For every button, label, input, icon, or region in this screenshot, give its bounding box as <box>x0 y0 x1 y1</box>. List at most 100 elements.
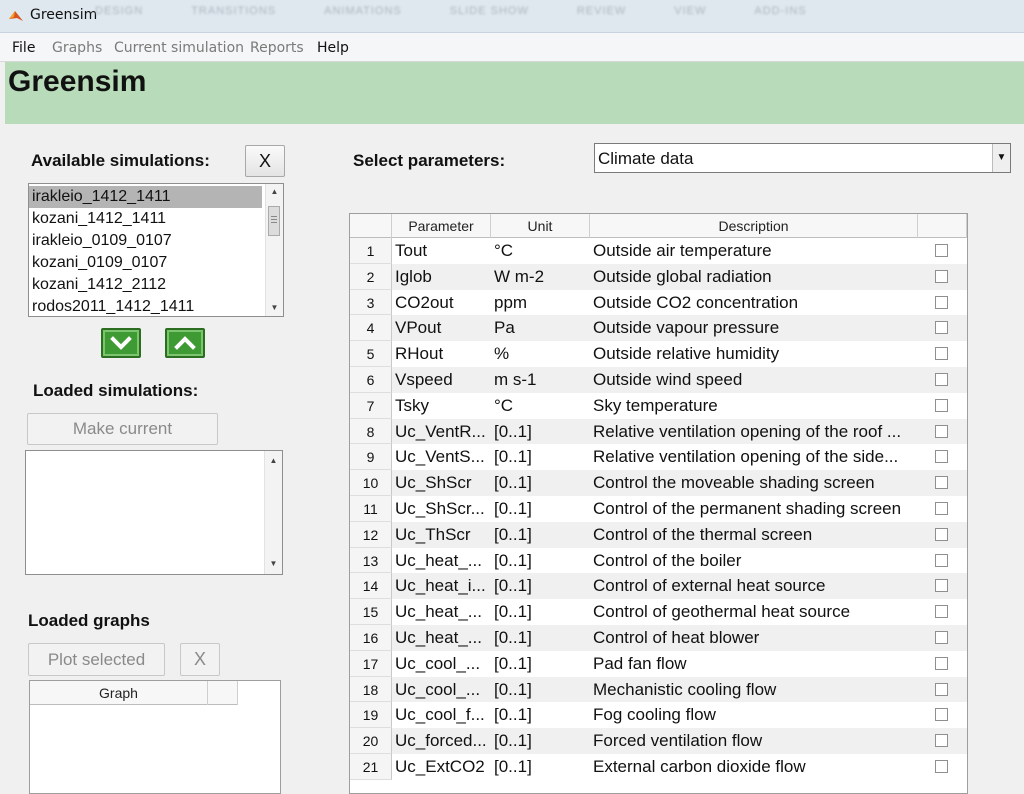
column-header-empty[interactable] <box>208 681 238 705</box>
parameters-table[interactable]: Parameter Unit Description 1 Tout °C Outsid… <box>349 213 968 794</box>
menu-reports[interactable]: Reports <box>250 40 304 56</box>
table-row[interactable]: 3 CO2out ppm Outside CO2 concentration <box>350 289 967 316</box>
table-row[interactable]: 18 Uc_cool_... [0..1] Mechanistic cooling f… <box>350 676 967 703</box>
remove-graph-button[interactable]: X <box>180 643 220 676</box>
table-row[interactable]: 20 Uc_forced... [0..1] Forced ventilation f… <box>350 728 967 754</box>
menu-current-simulation[interactable]: Current simulation <box>114 40 244 56</box>
scroll-down-arrow-icon[interactable]: ▼ <box>265 556 282 572</box>
menu-file[interactable]: File <box>12 40 35 56</box>
parameter-cell: Uc_cool_... <box>392 676 491 703</box>
table-row[interactable]: 6 Vspeed m s-1 Outside wind speed <box>350 367 967 393</box>
column-header-unit[interactable]: Unit <box>491 214 590 238</box>
table-row[interactable]: 21 Uc_ExtCO2 [0..1] External carbon dioxide… <box>350 754 967 780</box>
table-row[interactable]: 1 Tout °C Outside air temperature <box>350 238 967 264</box>
column-header-description[interactable]: Description <box>590 214 918 238</box>
select-checkbox[interactable] <box>935 244 948 257</box>
unit-cell: [0..1] <box>494 705 532 725</box>
column-header-graph[interactable]: Graph <box>30 681 208 705</box>
row-number: 18 <box>350 676 392 703</box>
row-number: 13 <box>350 547 392 574</box>
table-row[interactable]: 7 Tsky °C Sky temperature <box>350 392 967 419</box>
available-simulations-list[interactable]: irakleio_1412_1411 kozani_1412_1411 irak… <box>28 183 284 317</box>
table-row[interactable]: 9 Uc_VentS... [0..1] Relative ventilation o… <box>350 444 967 471</box>
table-row[interactable]: 8 Uc_VentR... [0..1] Relative ventilation o… <box>350 418 967 445</box>
unit-cell: [0..1] <box>494 653 532 673</box>
loaded-graphs-table[interactable]: Graph <box>29 680 281 794</box>
loaded-list-scrollbar[interactable]: ▲ ▼ <box>264 451 282 574</box>
loaded-simulations-list[interactable]: ▲ ▼ <box>25 450 283 575</box>
scrollbar-thumb[interactable] <box>268 206 280 236</box>
table-row[interactable]: 11 Uc_ShScr... [0..1] Control of the perman… <box>350 496 967 522</box>
row-number: 1 <box>350 238 392 264</box>
table-row[interactable]: 5 RHout% Outside relative humidity <box>350 341 967 367</box>
select-checkbox[interactable] <box>935 450 948 464</box>
description-cell: Control of geothermal heat source <box>593 602 851 622</box>
parameter-cell: Uc_ThScr <box>392 521 491 548</box>
table-row[interactable]: 19 Uc_cool_f... [0..1] Fog cooling flow <box>350 702 967 729</box>
unit-cell: [0..1] <box>494 550 532 570</box>
select-checkbox[interactable] <box>935 605 948 619</box>
table-row[interactable]: 14 Uc_heat_i... [0..1] Control of external … <box>350 573 967 600</box>
table-row[interactable]: 13 Uc_heat_... [0..1] Control of the boiler <box>350 547 967 574</box>
select-checkbox[interactable] <box>935 553 948 567</box>
list-item[interactable]: kozani_1412_2112 <box>29 274 283 296</box>
select-checkbox[interactable] <box>935 656 948 670</box>
unit-cell: W m-2 <box>491 263 590 290</box>
select-checkbox[interactable] <box>935 502 948 515</box>
list-item[interactable]: kozani_0109_0107 <box>29 252 283 274</box>
move-up-button[interactable] <box>165 328 205 358</box>
select-parameters-label: Select parameters: <box>353 151 506 170</box>
select-checkbox[interactable] <box>935 760 948 773</box>
unit-cell: [0..1] <box>491 625 590 651</box>
list-item[interactable]: irakleio_1412_1411 <box>29 186 262 208</box>
select-checkbox[interactable] <box>935 269 948 283</box>
table-row[interactable]: 15 Uc_heat_... [0..1] Control of geothermal… <box>350 599 967 625</box>
table-row[interactable]: 12 Uc_ThScr [0..1] Control of the thermal s… <box>350 521 967 548</box>
column-header-parameter[interactable]: Parameter <box>392 214 491 238</box>
available-list-scrollbar[interactable]: ▲ ▼ <box>265 184 283 316</box>
select-checkbox[interactable] <box>935 347 948 361</box>
select-checkbox[interactable] <box>935 682 948 696</box>
select-checkbox[interactable] <box>935 476 948 490</box>
page-title: Greensim <box>8 65 147 98</box>
parameter-category-dropdown[interactable]: Climate data ▼ <box>594 143 1011 173</box>
clear-available-button[interactable]: X <box>245 145 285 177</box>
select-checkbox[interactable] <box>935 631 948 644</box>
parameter-cell: Uc_ShScr <box>392 470 491 496</box>
unit-cell: [0..1] <box>491 470 590 496</box>
plot-selected-button[interactable]: Plot selected <box>28 643 165 676</box>
unit-cell: [0..1] <box>491 418 590 445</box>
parameter-cell: Uc_forced... <box>392 728 491 754</box>
table-row[interactable]: 16 Uc_heat_... [0..1] Control of heat blowe… <box>350 625 967 651</box>
select-checkbox[interactable] <box>935 373 948 386</box>
select-checkbox[interactable] <box>935 579 948 593</box>
list-item[interactable]: kozani_1412_1411 <box>29 208 283 230</box>
unit-cell: [0..1] <box>491 521 590 548</box>
table-row[interactable]: 4 VPout Pa Outside vapour pressure <box>350 315 967 342</box>
select-checkbox[interactable] <box>935 734 948 748</box>
select-checkbox[interactable] <box>935 398 948 412</box>
matlab-logo-icon <box>9 11 23 21</box>
select-checkbox[interactable] <box>935 527 948 541</box>
row-number: 5 <box>350 341 392 367</box>
select-checkbox[interactable] <box>935 321 948 335</box>
column-header-select[interactable] <box>918 214 967 238</box>
description-cell: Forced ventilation flow <box>590 728 918 754</box>
scroll-down-arrow-icon[interactable]: ▼ <box>266 300 283 316</box>
select-checkbox[interactable] <box>935 424 948 438</box>
table-row[interactable]: 10 Uc_ShScr [0..1] Control the moveable sha… <box>350 470 967 496</box>
menu-help[interactable]: Help <box>317 40 349 56</box>
list-item[interactable]: rodos2011_1412_1411 <box>29 296 283 316</box>
loaded-simulations-label: Loaded simulations: <box>33 381 199 400</box>
table-row[interactable]: 17 Uc_cool_... [0..1] Pad fan flow <box>350 650 967 677</box>
scroll-up-arrow-icon[interactable]: ▲ <box>266 184 283 200</box>
menu-graphs[interactable]: Graphs <box>52 40 102 56</box>
scroll-up-arrow-icon[interactable]: ▲ <box>265 453 282 469</box>
table-row[interactable]: 2 Iglob W m-2 Outside global radiation <box>350 263 967 290</box>
select-checkbox[interactable] <box>935 295 948 309</box>
select-checkbox[interactable] <box>935 708 948 722</box>
move-down-button[interactable] <box>101 328 141 358</box>
list-item[interactable]: irakleio_0109_0107 <box>29 230 283 252</box>
make-current-button[interactable]: Make current <box>27 413 218 445</box>
dropdown-arrow-icon[interactable]: ▼ <box>992 144 1010 172</box>
